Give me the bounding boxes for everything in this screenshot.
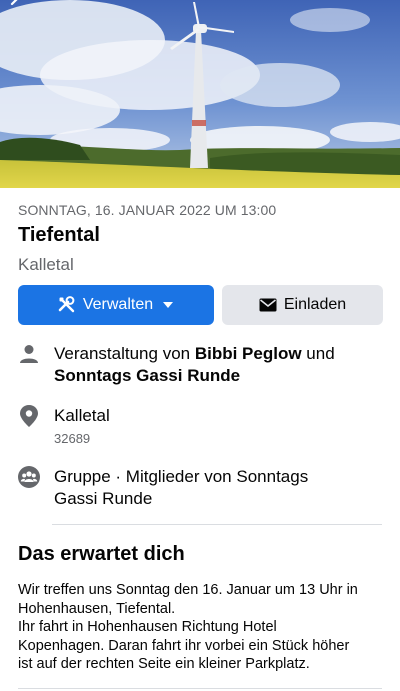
place-postcode: 32689 [54, 431, 91, 446]
host-prefix: Veranstaltung von [54, 344, 195, 363]
back-button[interactable] [6, 0, 34, 14]
about-heading: Das erwartet dich [18, 543, 185, 565]
event-host-row: Veranstaltung von Bibbi Peglow und Sonnt… [18, 343, 388, 387]
envelope-icon [259, 298, 277, 312]
about-line: Kopenhagen. Daran fahrt ihr vorbei ein S… [18, 637, 350, 654]
caret-down-icon [162, 301, 174, 309]
about-description: Wir treffen uns Sonntag den 16. Januar u… [18, 581, 384, 674]
about-line: Ihr fahrt in Hohenhausen Richtung Hotel [18, 619, 277, 635]
event-place-row[interactable]: Kalletal 32689 [18, 405, 388, 447]
event-group-row[interactable]: Gruppe · Mitglieder von Sonntags Gassi R… [18, 466, 388, 510]
group-line-2: Gassi Runde [54, 489, 153, 508]
event-group-text: Gruppe · Mitglieder von Sonntags Gassi R… [54, 466, 308, 510]
arrow-left-icon [10, 0, 18, 6]
host-link-group[interactable]: Sonntags Gassi Runde [54, 366, 240, 385]
person-icon [18, 343, 40, 365]
section-divider [52, 524, 382, 525]
cover-image [0, 0, 400, 188]
group-icon [18, 466, 40, 488]
about-line: ist auf der rechten Seite ein kleiner Pa… [18, 656, 310, 672]
invite-button[interactable]: Einladen [222, 285, 383, 325]
manage-button-label: Verwalten [82, 296, 154, 313]
group-line-1: Gruppe · Mitglieder von Sonntags [54, 467, 309, 486]
host-join: und [301, 344, 335, 363]
event-date: SONNTAG, 16. JANUAR 2022 UM 13:00 [18, 202, 277, 218]
bottom-divider [18, 688, 382, 689]
event-place-text: Kalletal 32689 [54, 405, 110, 447]
map-pin-icon [18, 405, 40, 427]
event-title: Tiefental [18, 224, 100, 246]
tools-icon [58, 296, 76, 314]
event-location-subtitle[interactable]: Kalletal [18, 255, 74, 275]
host-link-bibbi[interactable]: Bibbi Peglow [195, 344, 302, 363]
about-line: Hohenhausen, Tiefental. [18, 600, 176, 617]
event-host-text: Veranstaltung von Bibbi Peglow und Sonnt… [54, 343, 335, 387]
about-line: Wir treffen uns Sonntag den 16. Januar u… [18, 582, 358, 598]
invite-button-label: Einladen [283, 296, 347, 313]
place-name: Kalletal [54, 406, 110, 425]
event-cover-photo[interactable] [0, 0, 400, 188]
manage-button[interactable]: Verwalten [18, 285, 214, 325]
